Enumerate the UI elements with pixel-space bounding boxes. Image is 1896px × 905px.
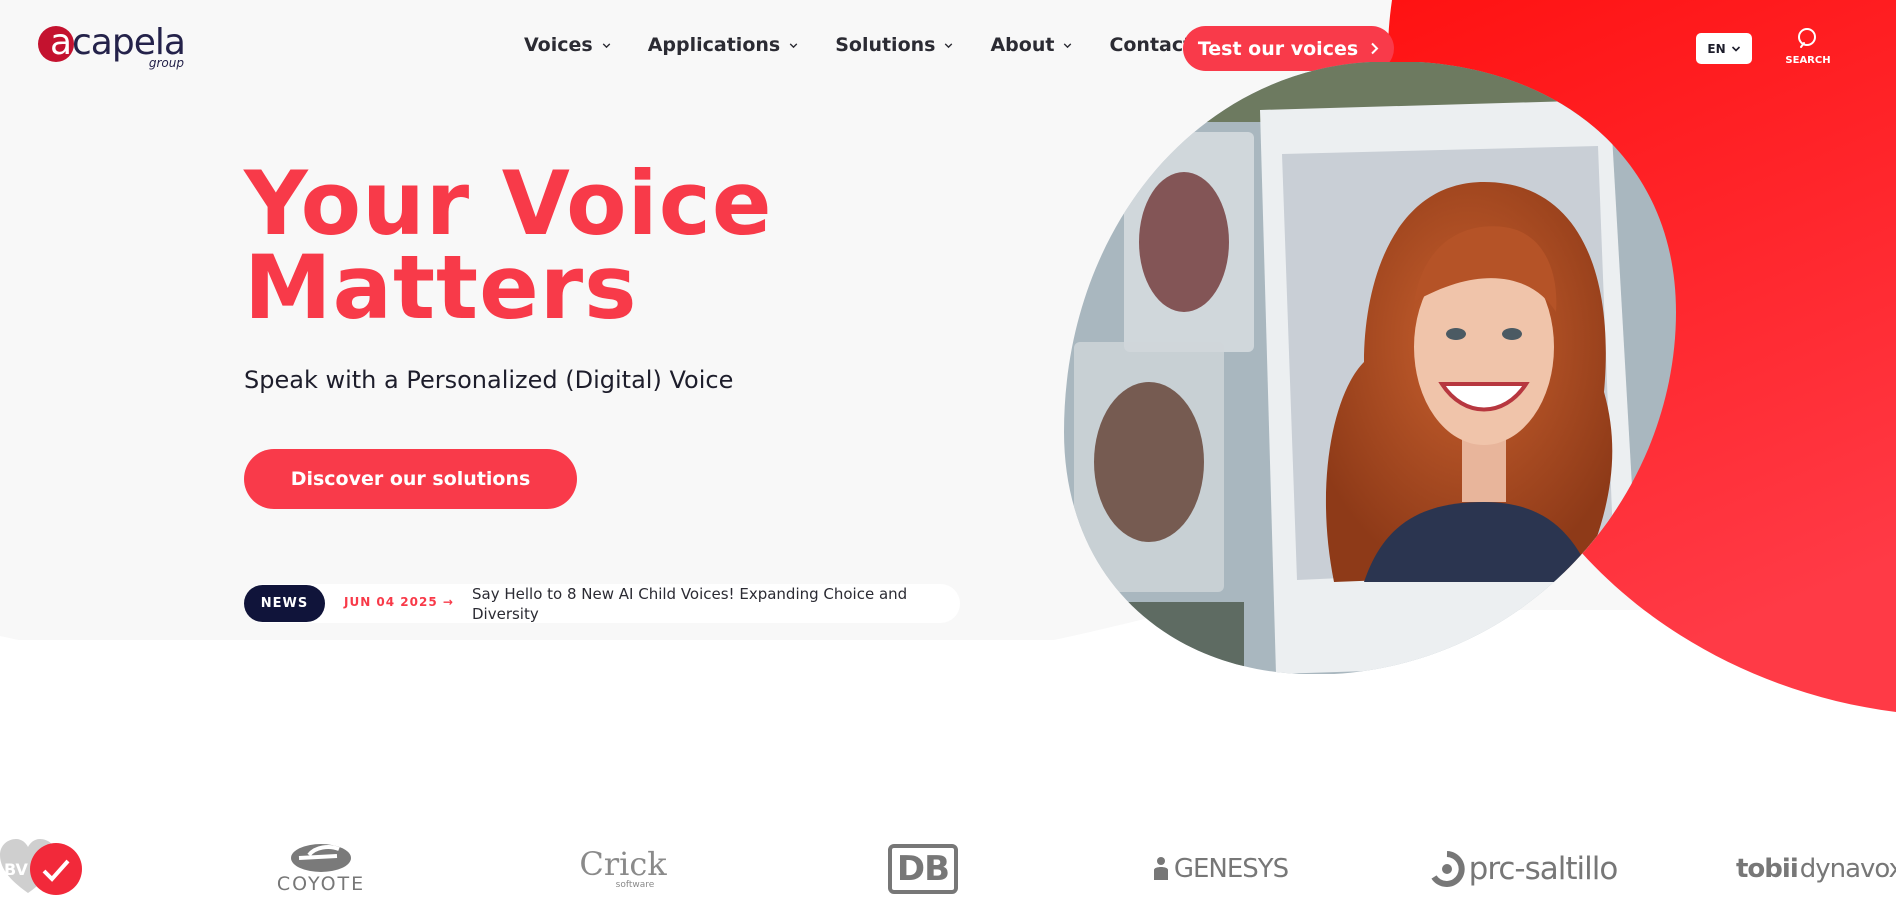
partner-tobii-name: tobii bbox=[1736, 853, 1799, 884]
search-button[interactable]: SEARCH bbox=[1784, 26, 1832, 72]
test-voices-label: Test our voices bbox=[1197, 37, 1359, 60]
partner-crick-sub: software bbox=[615, 879, 655, 890]
news-date-link[interactable]: JUN 04 2025 → bbox=[344, 595, 454, 609]
partner-coyote-name: COYOTE bbox=[276, 872, 366, 895]
nav-about-label: About bbox=[990, 34, 1055, 56]
prc-saltillo-logo-icon: prc-saltillo bbox=[1420, 832, 1626, 905]
nav-applications-label: Applications bbox=[647, 34, 781, 56]
partner-crick-name: Crick bbox=[579, 844, 667, 883]
hero-title-line2: Matters bbox=[244, 236, 638, 339]
smiling-woman-photo-icon bbox=[1064, 62, 1676, 675]
nav-solutions[interactable]: Solutions bbox=[835, 34, 954, 56]
news-badge: NEWS bbox=[244, 585, 325, 622]
tobii-dynavox-logo-icon: tobii dynavox bbox=[1736, 832, 1896, 905]
hero-title: Your Voice Matters bbox=[244, 152, 773, 339]
nav-contact[interactable]: Contact bbox=[1109, 34, 1192, 56]
hero-subtitle: Speak with a Personalized (Digital) Voic… bbox=[244, 366, 734, 394]
chevron-down-icon bbox=[1731, 45, 1740, 52]
nav-voices[interactable]: Voices bbox=[524, 34, 612, 56]
chevron-down-icon bbox=[602, 42, 610, 48]
crick-logo-icon: Crick software bbox=[578, 832, 668, 905]
search-label: SEARCH bbox=[1785, 55, 1831, 66]
nav-applications[interactable]: Applications bbox=[648, 34, 800, 56]
nav-voices-label: Voices bbox=[524, 34, 593, 56]
language-label: EN bbox=[1707, 41, 1726, 56]
genesys-logo-icon: GENESYS bbox=[1140, 832, 1300, 905]
nav-about[interactable]: About bbox=[990, 34, 1073, 56]
partner-bv-name: BV bbox=[4, 860, 29, 879]
news-ticker: NEWS JUN 04 2025 → Say Hello to 8 New AI… bbox=[244, 584, 960, 623]
partner-prc-name: prc-saltillo bbox=[1468, 850, 1619, 887]
acapela-logo[interactable]: a capela group bbox=[38, 22, 188, 74]
hero-photo bbox=[1064, 62, 1676, 675]
db-logo-icon: DB bbox=[888, 832, 958, 905]
partner-genesys-name: GENESYS bbox=[1173, 853, 1289, 884]
chevron-down-icon bbox=[789, 42, 798, 48]
search-icon bbox=[1798, 28, 1816, 48]
coyote-logo-icon: COYOTE bbox=[262, 832, 380, 905]
nav-contact-label: Contact bbox=[1109, 34, 1193, 56]
chevron-down-icon bbox=[945, 42, 953, 48]
language-selector[interactable]: EN bbox=[1696, 33, 1752, 64]
hero-title-line1: Your Voice bbox=[244, 152, 773, 255]
nav-solutions-label: Solutions bbox=[835, 34, 936, 56]
chevron-down-icon bbox=[1064, 42, 1072, 48]
bv-heart-logo-icon: BV bbox=[0, 832, 84, 905]
main-nav: Voices Applications Solutions About Cont… bbox=[524, 34, 1192, 56]
logo-letter: a bbox=[50, 22, 73, 63]
partner-logos-strip: BV COYOTE Crick software DB GENESYS prc-… bbox=[0, 832, 1896, 905]
partner-tobii-sub: dynavox bbox=[1799, 853, 1896, 884]
news-headline[interactable]: Say Hello to 8 New AI Child Voices! Expa… bbox=[472, 584, 912, 624]
discover-solutions-button[interactable]: Discover our solutions bbox=[244, 449, 577, 509]
logo-sub: group bbox=[148, 56, 184, 70]
partner-db-name: DB bbox=[896, 848, 950, 889]
chevron-right-icon bbox=[1371, 42, 1379, 55]
